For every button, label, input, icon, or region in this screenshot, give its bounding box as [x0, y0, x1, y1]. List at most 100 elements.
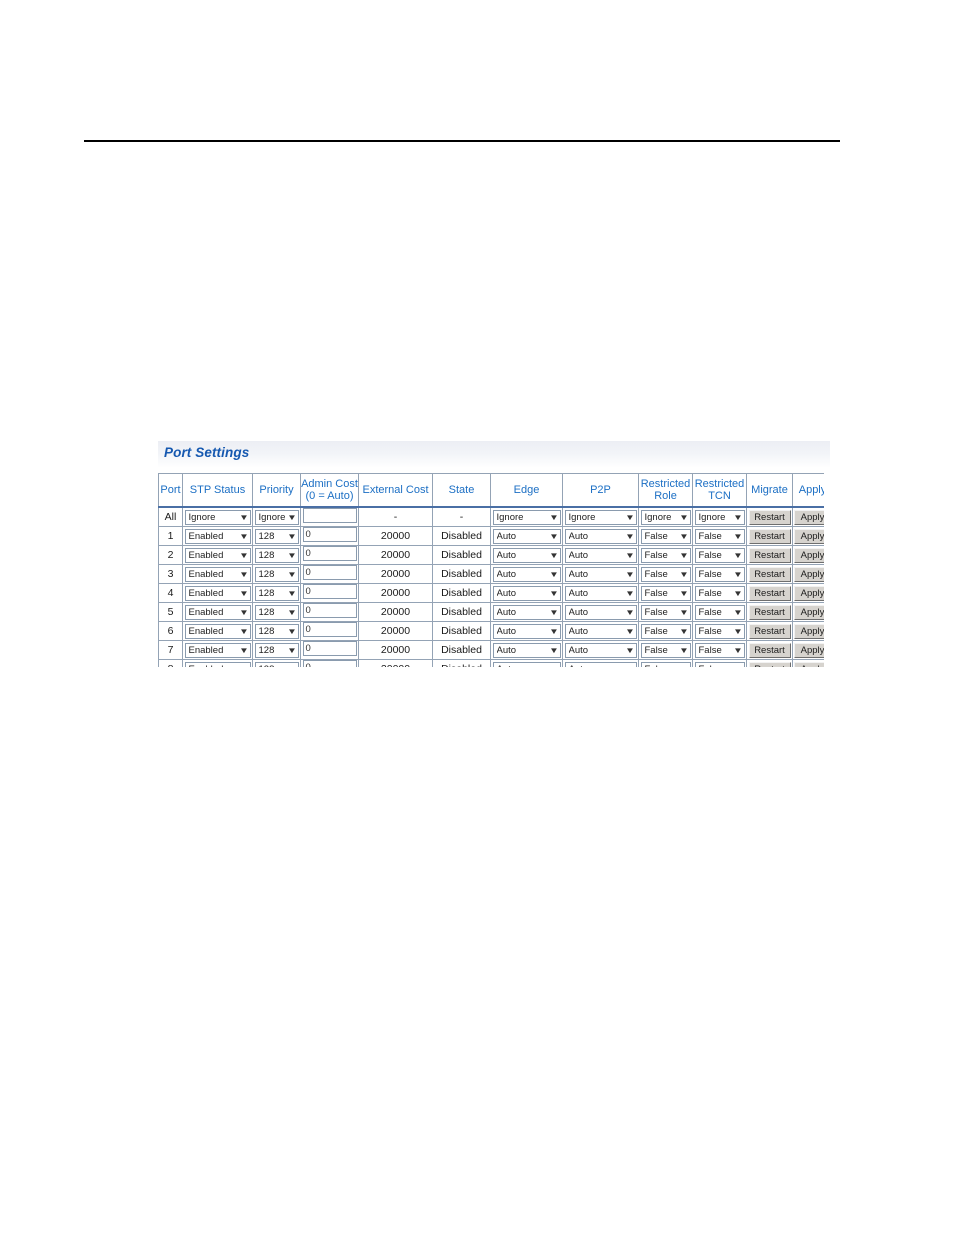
apply-button[interactable]: Apply	[793, 566, 824, 582]
restricted-tcn-select[interactable]: False ▼	[694, 604, 745, 620]
port-label: 1	[158, 526, 183, 546]
stp-status-select[interactable]: Enabled ▼	[184, 661, 251, 667]
restricted-role-select[interactable]: False ▼	[640, 547, 691, 563]
priority-select[interactable]: Ignore ▼	[254, 509, 299, 525]
migrate-cell: Restart	[746, 640, 793, 660]
stp-status-select[interactable]: Ignore ▼	[184, 509, 251, 525]
restricted-role-select[interactable]: False ▼	[640, 604, 691, 620]
chevron-down-icon: ▼	[678, 626, 689, 636]
column-header-external-cost: External Cost	[358, 473, 433, 508]
restricted-role-select[interactable]: False ▼	[640, 585, 691, 601]
edge-cell: Auto ▼	[490, 545, 563, 565]
stp-status-select[interactable]: Enabled ▼	[184, 623, 251, 639]
restart-button[interactable]: Restart	[748, 642, 791, 658]
restart-button[interactable]: Restart	[748, 661, 791, 667]
edge-select[interactable]: Auto ▼	[492, 623, 561, 639]
p2p-select[interactable]: Ignore ▼	[564, 509, 637, 525]
p2p-select[interactable]: Auto ▼	[564, 528, 637, 544]
stp-status-select[interactable]: Enabled ▼	[184, 604, 251, 620]
apply-button[interactable]: Apply	[793, 661, 824, 667]
restricted-role-cell: Ignore ▼	[638, 506, 693, 527]
apply-button[interactable]: Apply	[793, 547, 824, 563]
restricted-tcn-select[interactable]: False ▼	[694, 528, 745, 544]
admin-cost-input[interactable]	[302, 508, 357, 523]
admin-cost-input[interactable]: 0	[302, 660, 357, 667]
restricted-role-select[interactable]: False ▼	[640, 623, 691, 639]
p2p-select[interactable]: Auto ▼	[564, 642, 637, 658]
p2p-select[interactable]: Auto ▼	[564, 604, 637, 620]
restricted-tcn-select[interactable]: False ▼	[694, 585, 745, 601]
edge-select[interactable]: Auto ▼	[492, 585, 561, 601]
apply-cell: Apply	[792, 545, 824, 565]
migrate-cell: Restart	[746, 602, 793, 622]
admin-cost-input[interactable]: 0	[302, 565, 357, 580]
restart-button[interactable]: Restart	[748, 585, 791, 601]
priority-select[interactable]: 128 ▼	[254, 528, 299, 544]
p2p-select[interactable]: Auto ▼	[564, 566, 637, 582]
priority-select[interactable]: 128 ▼	[254, 585, 299, 601]
edge-select[interactable]: Auto ▼	[492, 566, 561, 582]
restricted-tcn-select[interactable]: False ▼	[694, 547, 745, 563]
apply-button[interactable]: Apply	[793, 623, 824, 639]
edge-select[interactable]: Ignore ▼	[492, 509, 561, 525]
stp-status-select[interactable]: Enabled ▼	[184, 642, 251, 658]
apply-button[interactable]: Apply	[793, 642, 824, 658]
restart-button[interactable]: Restart	[748, 566, 791, 582]
column-header-state: State	[432, 473, 491, 508]
p2p-select[interactable]: Auto ▼	[564, 547, 637, 563]
priority-select[interactable]: 128 ▼	[254, 547, 299, 563]
restart-button[interactable]: Restart	[748, 528, 791, 544]
restricted-role-select[interactable]: False ▼	[640, 642, 691, 658]
p2p-select[interactable]: Auto ▼	[564, 585, 637, 601]
edge-select[interactable]: Auto ▼	[492, 604, 561, 620]
restricted-tcn-select[interactable]: False ▼	[694, 661, 745, 667]
apply-button[interactable]: Apply	[793, 585, 824, 601]
restart-button[interactable]: Restart	[748, 547, 791, 563]
stp-status-cell: Enabled ▼	[182, 526, 253, 546]
edge-select[interactable]: Auto ▼	[492, 547, 561, 563]
restricted-tcn-select[interactable]: False ▼	[694, 566, 745, 582]
p2p-select[interactable]: Auto ▼	[564, 661, 637, 667]
p2p-select[interactable]: Auto ▼	[564, 623, 637, 639]
stp-status-select[interactable]: Enabled ▼	[184, 566, 251, 582]
stp-status-select[interactable]: Enabled ▼	[184, 585, 251, 601]
restricted-tcn-select[interactable]: Ignore ▼	[694, 509, 745, 525]
apply-button[interactable]: Apply	[793, 509, 824, 525]
priority-select[interactable]: 128 ▼	[254, 661, 299, 667]
admin-cost-input[interactable]: 0	[302, 527, 357, 542]
port-label: 8	[158, 659, 183, 667]
table-row: 8 Enabled ▼ 128 ▼ 0	[158, 659, 824, 667]
priority-value: 128	[258, 530, 275, 542]
admin-cost-input[interactable]: 0	[302, 546, 357, 561]
stp-status-select[interactable]: Enabled ▼	[184, 547, 251, 563]
restricted-role-select[interactable]: Ignore ▼	[640, 509, 691, 525]
restricted-tcn-select[interactable]: False ▼	[694, 623, 745, 639]
edge-select[interactable]: Auto ▼	[492, 661, 561, 667]
priority-select[interactable]: 128 ▼	[254, 604, 299, 620]
chevron-down-icon: ▼	[286, 512, 297, 522]
apply-button[interactable]: Apply	[793, 604, 824, 620]
priority-select[interactable]: 128 ▼	[254, 642, 299, 658]
restricted-role-select[interactable]: False ▼	[640, 528, 691, 544]
admin-cost-input[interactable]: 0	[302, 622, 357, 637]
priority-select[interactable]: 128 ▼	[254, 623, 299, 639]
admin-cost-input[interactable]: 0	[302, 603, 357, 618]
apply-button[interactable]: Apply	[793, 528, 824, 544]
p2p-cell: Auto ▼	[562, 640, 639, 660]
admin-cost-input[interactable]: 0	[302, 584, 357, 599]
restart-button[interactable]: Restart	[748, 509, 791, 525]
restart-button[interactable]: Restart	[748, 623, 791, 639]
restricted-role-select[interactable]: False ▼	[640, 661, 691, 667]
migrate-cell: Restart	[746, 621, 793, 641]
priority-select[interactable]: 128 ▼	[254, 566, 299, 582]
p2p-cell: Ignore ▼	[562, 506, 639, 527]
restricted-tcn-select[interactable]: False ▼	[694, 642, 745, 658]
chevron-down-icon: ▼	[548, 569, 559, 579]
edge-select[interactable]: Auto ▼	[492, 642, 561, 658]
restart-button[interactable]: Restart	[748, 604, 791, 620]
chevron-down-icon: ▼	[548, 645, 559, 655]
edge-select[interactable]: Auto ▼	[492, 528, 561, 544]
restricted-role-select[interactable]: False ▼	[640, 566, 691, 582]
stp-status-select[interactable]: Enabled ▼	[184, 528, 251, 544]
admin-cost-input[interactable]: 0	[302, 641, 357, 656]
